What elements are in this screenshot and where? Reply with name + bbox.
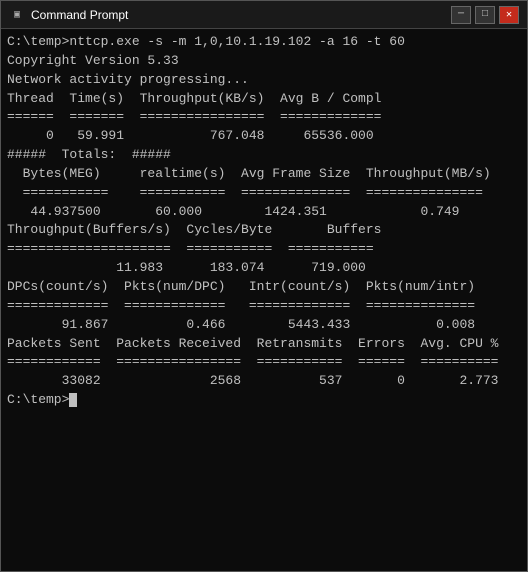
title-bar-left: ▣ Command Prompt bbox=[9, 7, 128, 23]
console-output[interactable]: C:\temp>nttcp.exe -s -m 1,0,10.1.19.102 … bbox=[1, 29, 527, 571]
console-line: Network activity progressing... bbox=[7, 71, 521, 90]
command-prompt-window: ▣ Command Prompt ─ □ ✕ C:\temp>nttcp.exe… bbox=[0, 0, 528, 572]
console-line: Throughput(Buffers/s) Cycles/Byte Buffer… bbox=[7, 221, 521, 240]
console-line: Packets Sent Packets Received Retransmit… bbox=[7, 335, 521, 354]
maximize-button[interactable]: □ bbox=[475, 6, 495, 24]
window-icon: ▣ bbox=[9, 7, 25, 23]
title-bar: ▣ Command Prompt ─ □ ✕ bbox=[1, 1, 527, 29]
console-line: Copyright Version 5.33 bbox=[7, 52, 521, 71]
console-line: C:\temp> bbox=[7, 391, 521, 410]
cursor-blink bbox=[69, 393, 77, 407]
minimize-button[interactable]: ─ bbox=[451, 6, 471, 24]
console-line: 0 59.991 767.048 65536.000 bbox=[7, 127, 521, 146]
console-line: Thread Time(s) Throughput(KB/s) Avg B / … bbox=[7, 90, 521, 109]
console-line: ============= ============= ============… bbox=[7, 297, 521, 316]
console-line: =========== =========== ============== =… bbox=[7, 184, 521, 203]
console-line: DPCs(count/s) Pkts(num/DPC) Intr(count/s… bbox=[7, 278, 521, 297]
console-line: 11.983 183.074 719.000 bbox=[7, 259, 521, 278]
window-title: Command Prompt bbox=[31, 8, 128, 22]
console-line: ##### Totals: ##### bbox=[7, 146, 521, 165]
console-line: 33082 2568 537 0 2.773 bbox=[7, 372, 521, 391]
console-line: ===================== =========== ======… bbox=[7, 240, 521, 259]
console-line: Bytes(MEG) realtime(s) Avg Frame Size Th… bbox=[7, 165, 521, 184]
console-line: 91.867 0.466 5443.433 0.008 bbox=[7, 316, 521, 335]
console-line: ====== ======= ================ ========… bbox=[7, 108, 521, 127]
console-line: ============ ================ ==========… bbox=[7, 353, 521, 372]
close-button[interactable]: ✕ bbox=[499, 6, 519, 24]
window-controls: ─ □ ✕ bbox=[451, 6, 519, 24]
console-line: 44.937500 60.000 1424.351 0.749 bbox=[7, 203, 521, 222]
console-line: C:\temp>nttcp.exe -s -m 1,0,10.1.19.102 … bbox=[7, 33, 521, 52]
